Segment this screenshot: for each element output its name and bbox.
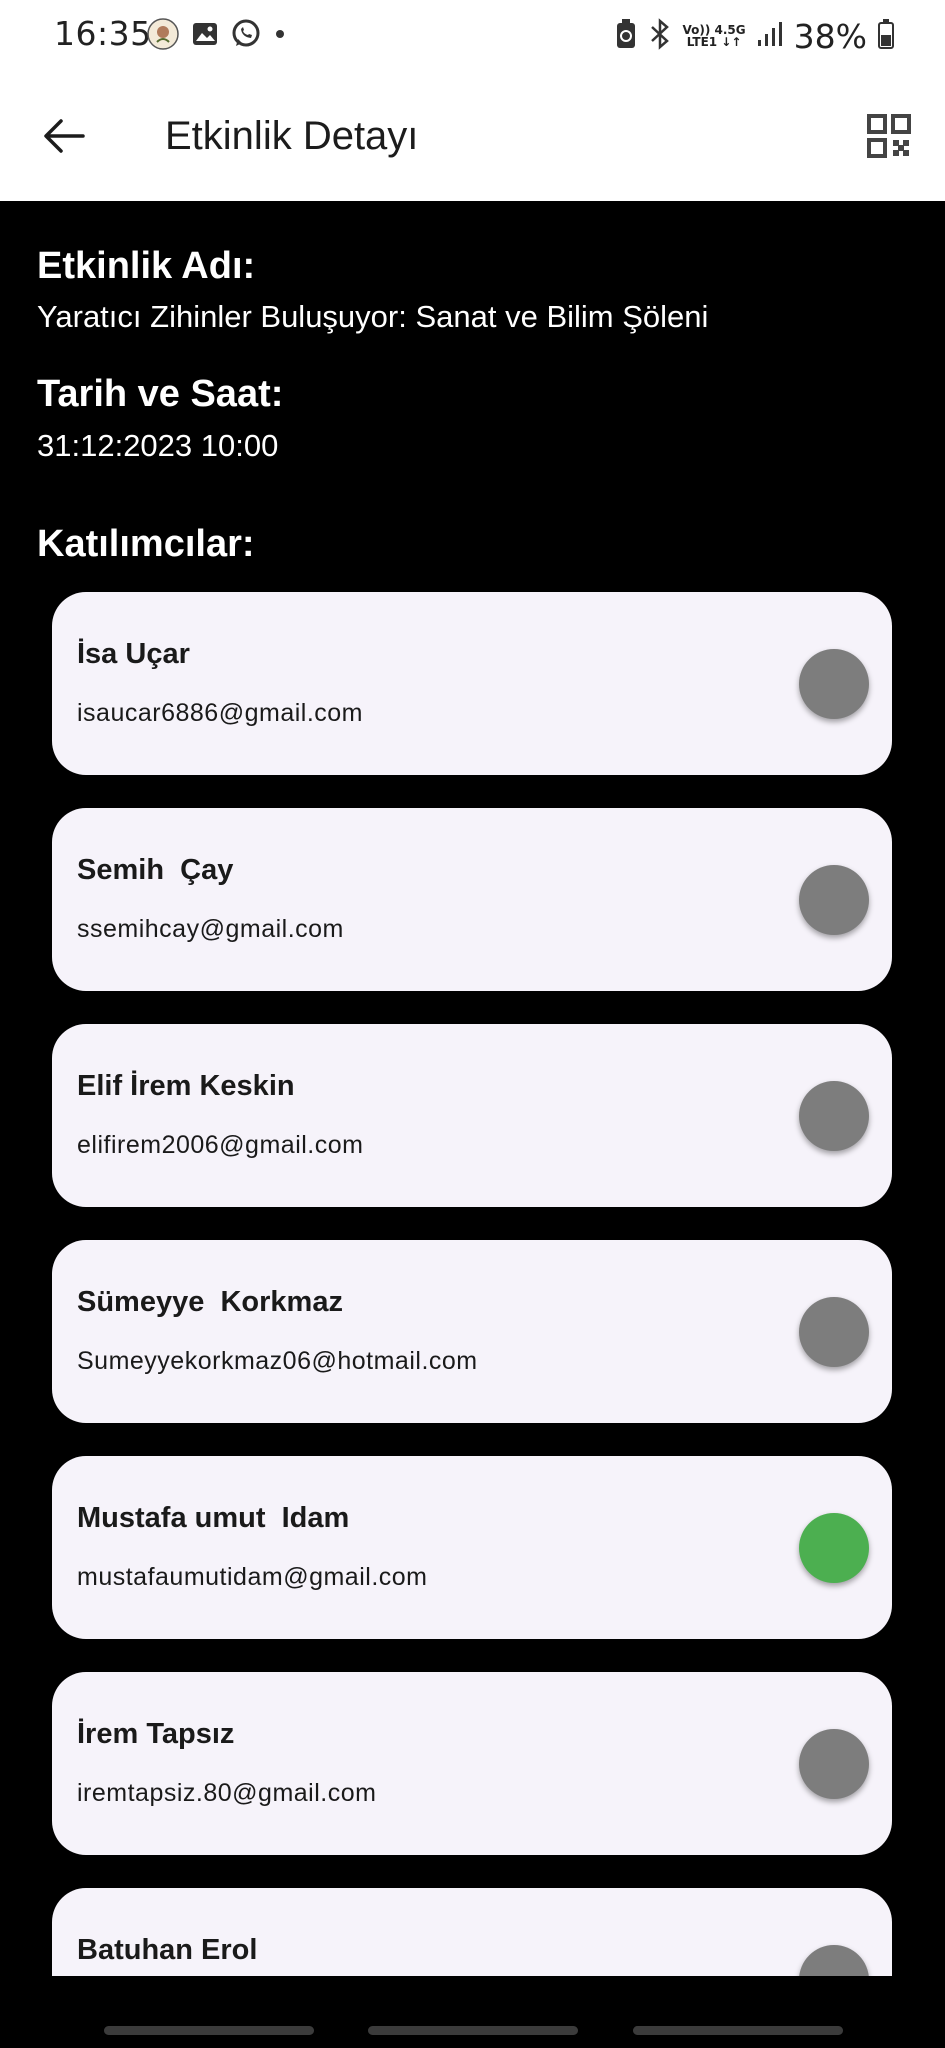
attendance-toggle[interactable] [799,865,869,935]
participant-email: isaucar6886@gmail.com [77,699,364,727]
page-title: Etkinlik Detayı [165,114,419,158]
participant-card[interactable]: Batuhan Erol [52,1888,892,1976]
participant-email: mustafaumutidam@gmail.com [77,1563,428,1591]
participant-card[interactable]: İsa Uçar isaucar6886@gmail.com [52,592,892,775]
attendance-toggle[interactable] [799,1081,869,1151]
attendance-toggle[interactable] [799,1513,869,1583]
participant-email: iremtapsiz.80@gmail.com [77,1779,377,1807]
attendance-toggle[interactable] [799,1297,869,1367]
nav-recent-button[interactable] [104,2026,314,2035]
attendance-toggle[interactable] [799,1945,869,1976]
data-saver-icon [615,18,637,55]
participant-name: İsa Uçar [77,638,190,670]
event-name-label: Etkinlik Adı: [37,245,256,287]
participant-name: İrem Tapsız [77,1718,235,1750]
attendance-toggle[interactable] [799,649,869,719]
participant-card[interactable]: İrem Tapsız iremtapsiz.80@gmail.com [52,1672,892,1855]
battery-icon [877,18,895,55]
event-date-value: 31:12:2023 10:00 [37,428,279,463]
qr-code-button[interactable] [863,112,915,164]
signal-icon [756,20,784,53]
participants-label: Katılımcılar: [37,523,255,565]
participant-name: Mustafa umut Idam [77,1502,350,1534]
status-bar: 16:35 Vo)) 4.5G LTE1 ↓↑ 38% [0,0,945,72]
participant-card[interactable]: Mustafa umut Idam mustafaumutidam@gmail.c… [52,1456,892,1639]
network-indicator: Vo)) 4.5G LTE1 ↓↑ [683,24,746,48]
participant-card[interactable]: Elif İrem Keskin elifirem2006@gmail.com [52,1024,892,1207]
participant-card[interactable]: Sümeyye Korkmaz Sumeyyekorkmaz06@hotmail.… [52,1240,892,1423]
event-detail-content[interactable]: Etkinlik Adı: Yaratıcı Zihinler Buluşuyo… [0,201,945,1976]
participant-name: Sümeyye Korkmaz [77,1286,343,1318]
bluetooth-icon [647,17,673,55]
gallery-icon [190,19,220,54]
whatsapp-icon [230,18,262,55]
attendance-toggle[interactable] [799,1729,869,1799]
back-button[interactable] [36,110,92,166]
status-system-icons: Vo)) 4.5G LTE1 ↓↑ 38% [615,14,896,58]
battery-percentage: 38% [793,16,867,56]
participant-email: elifirem2006@gmail.com [77,1131,364,1159]
nav-home-button[interactable] [368,2026,578,2035]
participant-name: Elif İrem Keskin [77,1070,295,1102]
app-bar: Etkinlik Detayı [0,72,945,201]
rose-avatar-icon [146,17,180,56]
participant-email: ssemihcay@gmail.com [77,915,344,943]
participant-name: Semih Çay [77,854,234,886]
system-nav-bar [0,1976,945,2048]
participant-card[interactable]: Semih Çay ssemihcay@gmail.com [52,808,892,991]
event-date-label: Tarih ve Saat: [37,373,284,415]
participant-email: Sumeyyekorkmaz06@hotmail.com [77,1347,478,1375]
participant-name: Batuhan Erol [77,1934,258,1966]
nav-back-button[interactable] [633,2026,843,2035]
network-bottom-label: LTE1 ↓↑ [686,35,742,49]
notification-dot-icon [272,26,288,47]
event-name-value: Yaratıcı Zihinler Buluşuyor: Sanat ve Bi… [37,299,709,334]
qr-code-icon [867,113,911,163]
status-notification-icons [146,16,288,56]
status-time: 16:35 [54,14,152,53]
arrow-left-icon [43,118,85,159]
